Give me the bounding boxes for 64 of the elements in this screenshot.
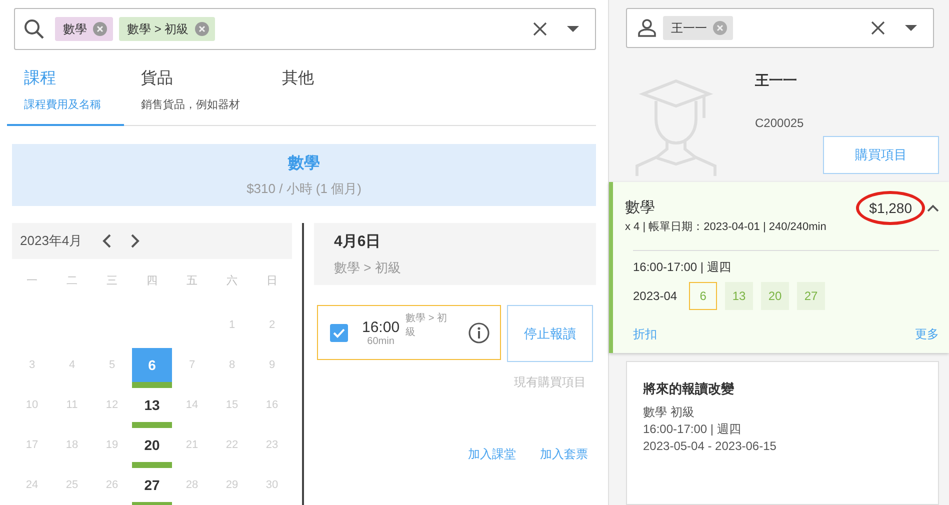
add-link[interactable]: 加入課堂 bbox=[468, 446, 516, 463]
search-icon bbox=[23, 18, 45, 40]
check-icon bbox=[333, 328, 345, 338]
previous-icon[interactable] bbox=[102, 234, 112, 248]
calendar-day[interactable]: 6 bbox=[132, 348, 172, 382]
next-icon[interactable] bbox=[130, 234, 140, 248]
date-chip[interactable]: 6 bbox=[689, 282, 718, 310]
weekday-label: 日 bbox=[266, 274, 278, 289]
clear-icon[interactable] bbox=[533, 22, 547, 36]
filter-chip[interactable]: 數學 > 初級 bbox=[119, 17, 215, 41]
card-link[interactable]: 更多 bbox=[915, 326, 939, 343]
dropdown-icon[interactable] bbox=[567, 26, 579, 32]
filter-chip[interactable]: 數學 bbox=[55, 17, 113, 41]
course-path: 數學 > 初級 bbox=[334, 258, 402, 276]
class-indicator bbox=[132, 462, 172, 468]
purchase-details: x 4 | 帳單日期：2023-04-01 | 240/240min bbox=[625, 220, 828, 234]
weekday-label: 二 bbox=[66, 274, 78, 289]
course-price: $310 / 小時 (1 個月) bbox=[246, 180, 362, 198]
collapse-icon[interactable] bbox=[927, 204, 939, 212]
student-id: C200025 bbox=[755, 116, 804, 130]
course-title: 數學 bbox=[288, 154, 320, 174]
date-chip[interactable]: 27 bbox=[797, 282, 826, 310]
buy-button[interactable]: 購買項目 bbox=[823, 136, 939, 174]
weekday-label: 五 bbox=[186, 274, 198, 289]
tab[interactable]: 課程 課程費用及名稱 bbox=[7, 64, 124, 126]
stop-enrolment-button[interactable]: 停止報讀 bbox=[507, 305, 593, 362]
add-link[interactable]: 加入套票 bbox=[540, 446, 588, 463]
class-indicator bbox=[132, 422, 172, 428]
class-indicator bbox=[132, 382, 172, 388]
student-name: 王一一 bbox=[755, 72, 798, 90]
checkbox[interactable] bbox=[330, 324, 348, 342]
change-detail: 數學 初級 bbox=[643, 404, 696, 421]
calendar-day[interactable]: 20 bbox=[132, 428, 172, 462]
calendar-day[interactable]: 27 bbox=[132, 468, 172, 502]
future-changes-title: 將來的報讀改變 bbox=[643, 380, 735, 398]
weekday-label: 三 bbox=[106, 274, 118, 289]
change-detail: 16:00-17:00 | 週四 bbox=[643, 420, 742, 438]
month-text: 2023-04 bbox=[633, 289, 678, 303]
student-search-field[interactable]: 王一一 bbox=[626, 8, 934, 48]
dropdown-icon[interactable] bbox=[905, 25, 917, 31]
date-chip[interactable]: 20 bbox=[761, 282, 790, 310]
person-icon bbox=[637, 18, 657, 38]
session-duration: 60min bbox=[367, 336, 394, 346]
purchase-price: $1,280 bbox=[856, 190, 925, 224]
selected-date: 4月6日 bbox=[334, 232, 382, 250]
schedule-text: 16:00-17:00 | 週四 bbox=[633, 259, 732, 276]
weekday-label: 六 bbox=[226, 274, 238, 289]
calendar-day[interactable]: 13 bbox=[132, 388, 172, 422]
tab[interactable]: 貨品 銷售貨品，例如器材 bbox=[124, 64, 265, 126]
weekday-label: 一 bbox=[26, 274, 38, 289]
info-icon[interactable] bbox=[468, 322, 490, 344]
student-chip[interactable]: 王一一 bbox=[663, 16, 733, 40]
search-field[interactable]: 數學 數學 > 初級 bbox=[14, 8, 596, 50]
change-detail: 2023-05-04 - 2023-06-15 bbox=[643, 438, 778, 454]
session-course: 數學 > 初級 bbox=[406, 312, 448, 340]
tab[interactable]: 其他 bbox=[265, 64, 382, 126]
purchase-title: 數學 bbox=[625, 198, 656, 217]
date-chip[interactable]: 13 bbox=[725, 282, 754, 310]
clear-icon[interactable] bbox=[871, 21, 885, 35]
weekday-label: 四 bbox=[146, 274, 158, 289]
existing-purchases-label: 現有購買項目 bbox=[513, 374, 587, 391]
card-link[interactable]: 折扣 bbox=[633, 326, 657, 343]
month-label: 2023年4月 bbox=[20, 232, 82, 250]
session-time: 16:00 bbox=[362, 318, 400, 336]
